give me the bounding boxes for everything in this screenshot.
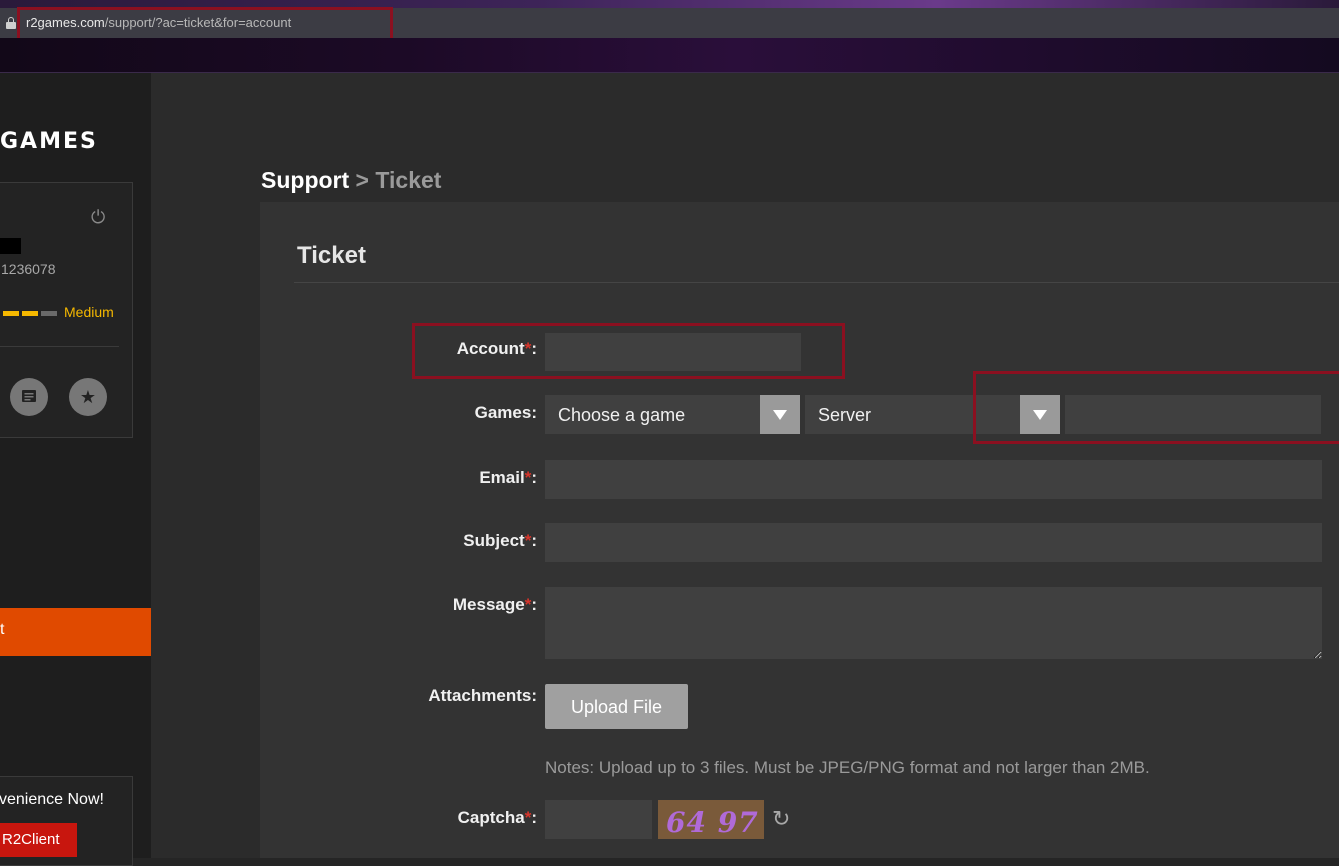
breadcrumb-support[interactable]: Support bbox=[261, 167, 349, 193]
power-icon[interactable]: ⏻ bbox=[91, 207, 105, 228]
lock-icon bbox=[6, 17, 16, 29]
upload-file-button[interactable]: Upload File bbox=[545, 684, 688, 729]
breadcrumb: Support > Ticket bbox=[261, 167, 441, 194]
security-strength-bar bbox=[3, 311, 57, 316]
site-banner bbox=[0, 38, 1339, 73]
promo-text: venience Now! bbox=[0, 791, 104, 808]
captcha-image[interactable]: 64 97 bbox=[658, 800, 764, 839]
sidebar: GAMES ⏻ 1236078 Medium ★ t venience Now!… bbox=[0, 73, 151, 866]
breadcrumb-current: Ticket bbox=[375, 167, 442, 193]
email-label: Email*: bbox=[479, 468, 537, 487]
main-content: Support > Ticket Ticket Account*: Games:… bbox=[151, 73, 1339, 858]
server-highlight-box bbox=[973, 371, 1339, 444]
divider bbox=[0, 346, 119, 347]
security-strength-label: Medium bbox=[64, 304, 114, 320]
redacted-username bbox=[0, 238, 21, 254]
ticket-panel: Ticket Account*: Games: Choose a game Se… bbox=[260, 202, 1339, 858]
site-logo[interactable]: GAMES bbox=[0, 129, 98, 154]
account-highlight-box bbox=[412, 323, 845, 379]
star-icon[interactable]: ★ bbox=[69, 378, 107, 416]
download-client-button[interactable]: R2Client bbox=[0, 823, 77, 857]
game-select[interactable]: Choose a game bbox=[545, 395, 800, 434]
chevron-down-icon[interactable] bbox=[760, 395, 800, 434]
user-id: 1236078 bbox=[1, 261, 56, 277]
panel-title: Ticket bbox=[297, 242, 366, 269]
subject-label: Subject*: bbox=[463, 531, 537, 550]
user-card: ⏻ 1236078 Medium ★ bbox=[0, 182, 133, 438]
sidebar-item-active[interactable]: t bbox=[0, 608, 151, 656]
attachments-label: Attachments: bbox=[428, 686, 537, 705]
email-field[interactable] bbox=[545, 460, 1322, 499]
message-label: Message*: bbox=[452, 595, 537, 614]
upload-notes: Notes: Upload up to 3 files. Must be JPE… bbox=[545, 758, 1150, 777]
captcha-label: Captcha*: bbox=[457, 808, 537, 827]
title-divider bbox=[294, 282, 1339, 283]
message-icon[interactable] bbox=[10, 378, 48, 416]
games-label: Games: bbox=[474, 403, 537, 422]
client-promo: venience Now! R2Client bbox=[0, 776, 133, 866]
message-field[interactable] bbox=[545, 587, 1322, 659]
captcha-field[interactable] bbox=[545, 800, 652, 839]
subject-field[interactable] bbox=[545, 523, 1322, 562]
refresh-icon[interactable]: ↻ bbox=[772, 806, 790, 832]
breadcrumb-separator: > bbox=[355, 167, 369, 193]
